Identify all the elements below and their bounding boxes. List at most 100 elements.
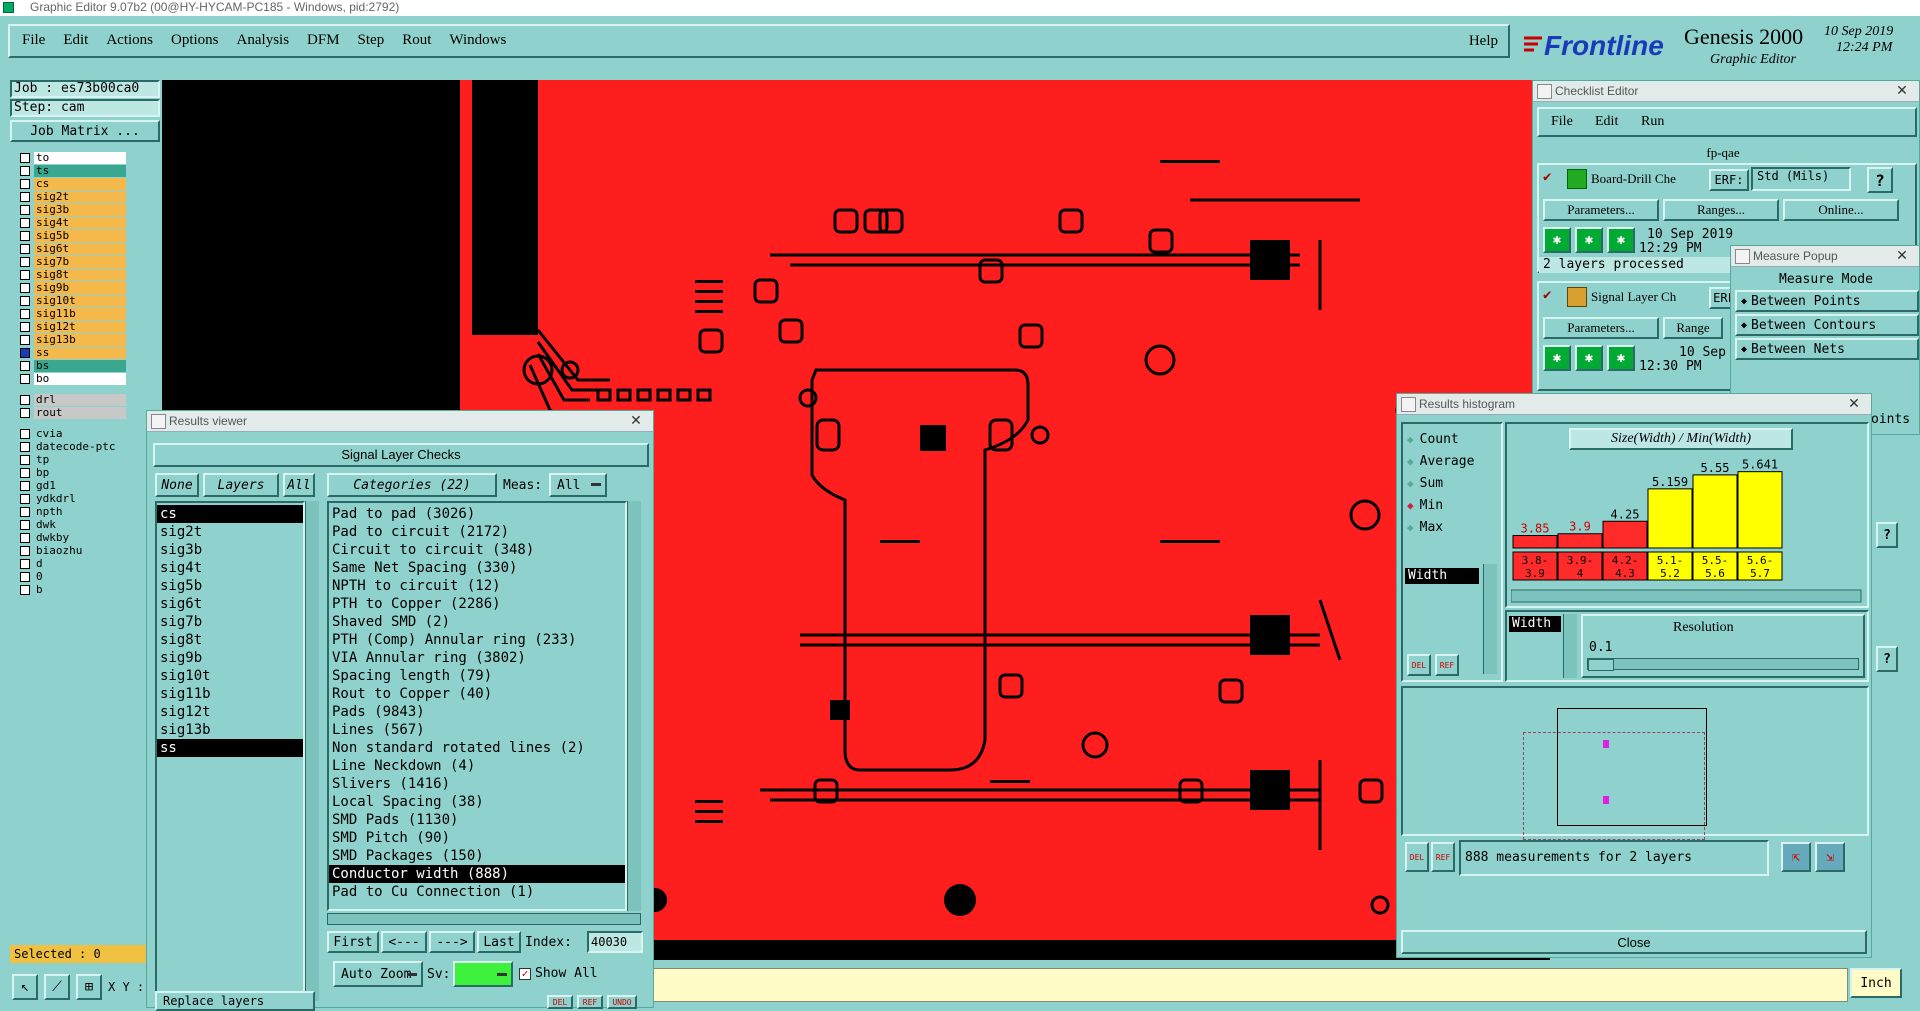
layer-row[interactable]: datecode-ptc bbox=[20, 441, 126, 453]
all-button[interactable]: All bbox=[283, 473, 315, 497]
histogram-bar[interactable] bbox=[1647, 488, 1693, 549]
layer-row[interactable]: npth bbox=[20, 506, 126, 518]
hist-ref-button[interactable]: REF bbox=[1435, 654, 1459, 676]
layer-checkbox[interactable] bbox=[20, 166, 30, 176]
layer-row[interactable]: sig3b bbox=[20, 204, 126, 216]
import-icon[interactable]: ⇲ bbox=[1815, 842, 1845, 872]
result-layer-item[interactable]: sig10t bbox=[157, 667, 303, 685]
layer-row[interactable]: rout bbox=[20, 407, 126, 419]
menu-dfm[interactable]: DFM bbox=[307, 32, 340, 49]
sv-color-dropdown[interactable] bbox=[453, 961, 513, 987]
first-button[interactable]: First bbox=[327, 931, 379, 953]
item2-ranges-button[interactable]: Range bbox=[1663, 317, 1723, 339]
field2-selected[interactable]: Width bbox=[1509, 616, 1561, 632]
layer-row[interactable]: cs bbox=[20, 178, 126, 190]
category-item[interactable]: Rout to Copper (40) bbox=[329, 685, 625, 703]
layer-row[interactable]: biaozhu bbox=[20, 545, 126, 557]
layer-row[interactable]: ts bbox=[20, 165, 126, 177]
layer-checkbox[interactable] bbox=[20, 559, 30, 569]
category-item[interactable]: NPTH to circuit (12) bbox=[329, 577, 625, 595]
run-icon[interactable]: ✱ bbox=[1543, 345, 1571, 371]
category-item[interactable]: Pads (9843) bbox=[329, 703, 625, 721]
histogram-hscrollbar[interactable] bbox=[1511, 589, 1862, 603]
show-all-checkbox[interactable]: ✓ bbox=[519, 968, 531, 980]
hist-del-button[interactable]: DEL bbox=[1407, 654, 1431, 676]
menu-actions[interactable]: Actions bbox=[106, 32, 153, 49]
layer-row[interactable]: sig4t bbox=[20, 217, 126, 229]
index-input[interactable] bbox=[587, 931, 643, 953]
histogram-bar[interactable] bbox=[1602, 520, 1648, 549]
categories-button[interactable]: Categories (22) bbox=[327, 473, 497, 497]
item2-parameters-button[interactable]: Parameters... bbox=[1543, 317, 1659, 339]
menu-analysis[interactable]: Analysis bbox=[237, 32, 290, 49]
layer-row[interactable]: bs bbox=[20, 360, 126, 372]
histogram-bar[interactable] bbox=[1692, 474, 1738, 549]
run-icon[interactable]: ✱ bbox=[1607, 345, 1635, 371]
layer-checkbox[interactable] bbox=[20, 520, 30, 530]
hist-mode-min[interactable]: ◆ Min bbox=[1407, 494, 1501, 516]
layer-row[interactable]: drl bbox=[20, 394, 126, 406]
layer-checkbox[interactable] bbox=[20, 429, 30, 439]
close-icon[interactable]: ✕ bbox=[1891, 82, 1913, 98]
category-item[interactable]: PTH (Comp) Annular ring (233) bbox=[329, 631, 625, 649]
layer-checkbox[interactable] bbox=[20, 270, 30, 280]
layer-row[interactable]: ss bbox=[20, 347, 126, 359]
menu-step[interactable]: Step bbox=[358, 32, 385, 49]
category-item[interactable]: SMD Pitch (90) bbox=[329, 829, 625, 847]
layer-row[interactable]: sig11b bbox=[20, 308, 126, 320]
field-selected[interactable]: Width bbox=[1405, 568, 1479, 584]
category-item[interactable]: Non standard rotated lines (2) bbox=[329, 739, 625, 757]
meas-dropdown[interactable]: All bbox=[549, 473, 607, 497]
undo-button[interactable]: UNDO bbox=[607, 995, 637, 1009]
next-button[interactable]: ---> bbox=[429, 931, 475, 953]
del-button[interactable]: DEL bbox=[547, 995, 573, 1009]
export-icon[interactable]: ⇱ bbox=[1781, 842, 1811, 872]
checklist-menu-edit[interactable]: Edit bbox=[1595, 114, 1618, 130]
layer-row[interactable]: d bbox=[20, 558, 126, 570]
results-layer-list[interactable]: cs sig2t sig3b sig4t sig5b sig6t sig7b sig8t sig… bbox=[155, 501, 305, 1001]
category-item[interactable]: Slivers (1416) bbox=[329, 775, 625, 793]
category-list[interactable]: Pad to pad (3026) Pad to circuit (2172) Ci… bbox=[327, 501, 627, 911]
item1-ranges-button[interactable]: Ranges... bbox=[1663, 199, 1779, 221]
hist-mode-count[interactable]: ◆ Count bbox=[1407, 428, 1501, 450]
result-layer-item[interactable]: ss bbox=[157, 739, 303, 757]
units-button[interactable]: Inch bbox=[1850, 968, 1902, 998]
result-layer-item[interactable]: sig12t bbox=[157, 703, 303, 721]
resolution-slider[interactable] bbox=[1587, 658, 1859, 671]
layer-row[interactable]: 0 bbox=[20, 571, 126, 583]
menu-options[interactable]: Options bbox=[171, 32, 219, 49]
layer-row[interactable]: sig6t bbox=[20, 243, 126, 255]
category-item[interactable]: Local Spacing (38) bbox=[329, 793, 625, 811]
category-item[interactable]: Pad to circuit (2172) bbox=[329, 523, 625, 541]
category-hscrollbar[interactable] bbox=[327, 913, 641, 925]
layer-row[interactable]: bo bbox=[20, 373, 126, 385]
result-layer-item[interactable]: sig4t bbox=[157, 559, 303, 577]
layer-row[interactable]: sig5b bbox=[20, 230, 126, 242]
menu-edit[interactable]: Edit bbox=[63, 32, 88, 49]
layer-row[interactable]: sig13b bbox=[20, 334, 126, 346]
layer-checkbox[interactable] bbox=[20, 455, 30, 465]
layer-checkbox[interactable] bbox=[20, 374, 30, 384]
layer-row[interactable]: b bbox=[20, 584, 126, 596]
layer-checkbox[interactable] bbox=[20, 192, 30, 202]
layer-checkbox[interactable] bbox=[20, 546, 30, 556]
layer-row[interactable]: bp bbox=[20, 467, 126, 479]
close-icon[interactable]: ✕ bbox=[1891, 247, 1913, 263]
result-layer-item[interactable]: sig3b bbox=[157, 541, 303, 559]
layer-checkbox[interactable] bbox=[20, 533, 30, 543]
item1-erf-value[interactable]: Std (Mils) bbox=[1751, 167, 1851, 191]
category-item[interactable]: Pad to Cu Connection (1) bbox=[329, 883, 625, 901]
layer-row[interactable]: sig12t bbox=[20, 321, 126, 333]
layer-list-scrollbar[interactable] bbox=[305, 501, 319, 1001]
category-item[interactable]: Line Neckdown (4) bbox=[329, 757, 625, 775]
category-item[interactable]: Spacing length (79) bbox=[329, 667, 625, 685]
category-item[interactable]: Circuit to circuit (348) bbox=[329, 541, 625, 559]
footer-del-button[interactable]: DEL bbox=[1405, 842, 1429, 872]
layer-checkbox[interactable] bbox=[20, 309, 30, 319]
category-item[interactable]: VIA Annular ring (3802) bbox=[329, 649, 625, 667]
measure-tool-icon[interactable]: ⟋ bbox=[44, 974, 70, 1000]
category-item[interactable]: Same Net Spacing (330) bbox=[329, 559, 625, 577]
field-scrollbar[interactable] bbox=[1483, 564, 1497, 674]
histogram-bar[interactable] bbox=[1737, 471, 1783, 549]
run-icon[interactable]: ✱ bbox=[1607, 227, 1635, 253]
